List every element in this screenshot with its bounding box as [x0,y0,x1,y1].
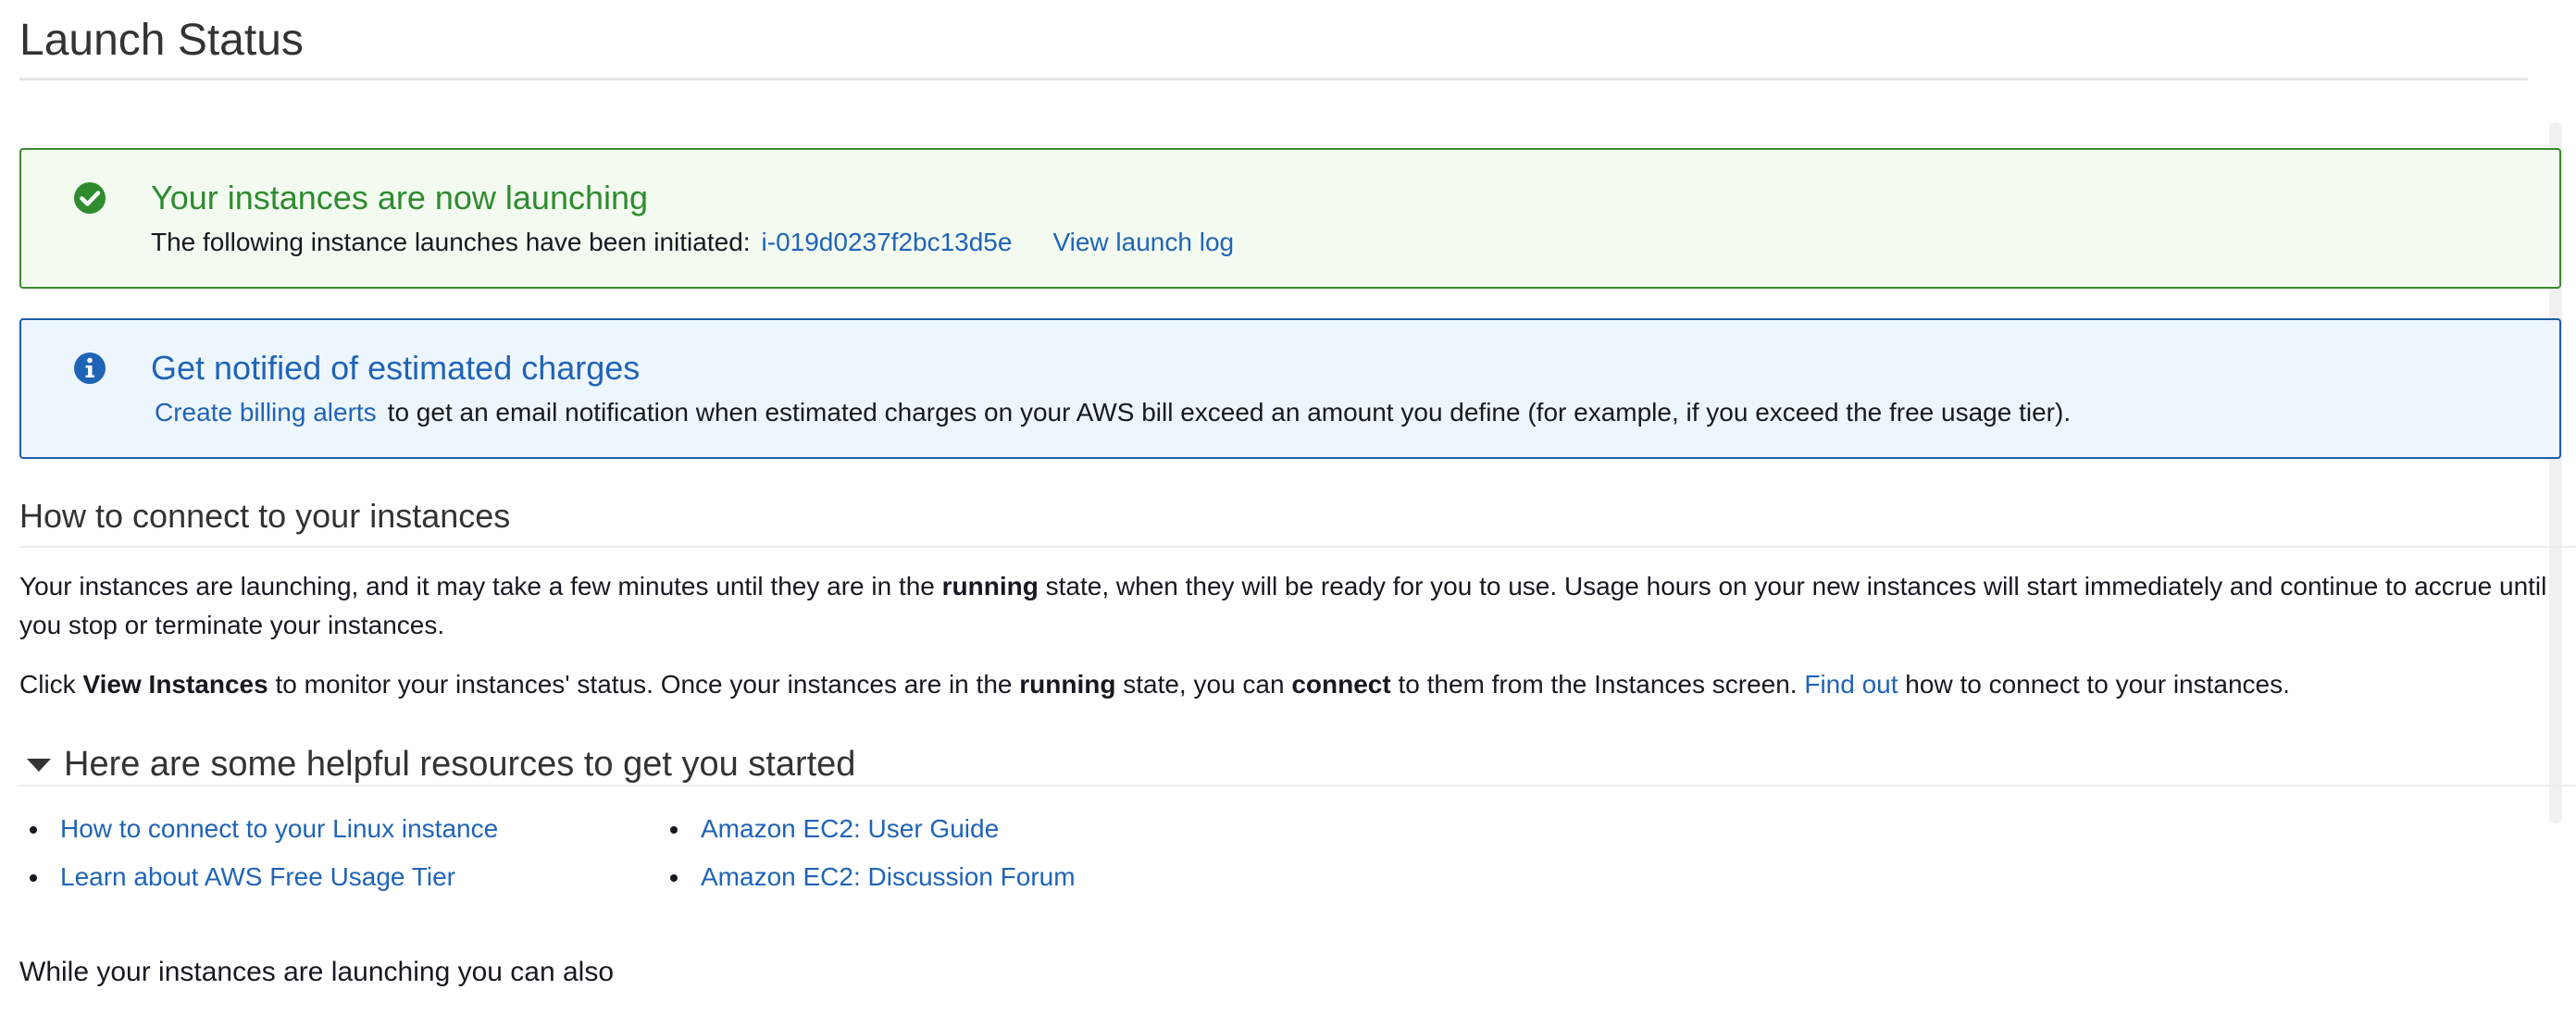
para2-text-4: to them from the Instances screen. [1390,670,1805,699]
resources-list-right: Amazon EC2: User Guide Amazon EC2: Discu… [660,810,1076,907]
check-circle-icon [74,182,106,214]
launch-status-page: Launch Status Your instances are now lau… [0,0,2576,1027]
view-launch-log-link[interactable]: View launch log [1052,228,1234,256]
para2-text-2: to monitor your instances' status. Once … [268,670,1020,699]
resources-divider [19,785,2576,786]
view-instances-paragraph: Click View Instances to monitor your ins… [19,665,2290,704]
list-item: How to connect to your Linux instance [19,810,498,859]
launch-success-alert: Your instances are now launching The fol… [19,148,2561,289]
linux-connect-link[interactable]: How to connect to your Linux instance [60,814,498,843]
para2-bold-connect: connect [1291,670,1391,699]
instance-id-link[interactable]: i-019d0237f2bc13d5e [762,228,1013,256]
para2-text-3: state, you can [1115,670,1292,699]
info-alert-text: to get an email notification when estima… [387,398,2072,427]
while-launching-text: While your instances are launching you c… [19,957,615,987]
para2-bold-running: running [1019,670,1116,699]
info-alert-title: Get notified of estimated charges [151,349,641,387]
free-usage-tier-link[interactable]: Learn about AWS Free Usage Tier [60,862,455,891]
para1-text-1: Your instances are launching, and it may… [19,572,942,600]
page-title: Launch Status [19,16,304,65]
find-out-link[interactable]: Find out [1804,670,1898,699]
resources-heading: Here are some helpful resources to get y… [64,745,856,784]
resources-list-left: How to connect to your Linux instance Le… [19,810,498,907]
billing-info-alert: Get notified of estimated charges Create… [19,318,2561,459]
para2-text-5: how to connect to your instances. [1898,670,2290,699]
connect-section-heading: How to connect to your instances [19,497,511,535]
success-alert-title: Your instances are now launching [151,179,649,217]
list-item: Amazon EC2: Discussion Forum [660,859,1076,907]
title-divider [19,78,2528,80]
para1-bold-running: running [941,572,1039,600]
ec2-user-guide-link[interactable]: Amazon EC2: User Guide [701,814,999,843]
success-alert-body: The following instance launches have bee… [151,226,1234,259]
list-item: Amazon EC2: User Guide [660,810,1076,859]
info-alert-body: Create billing alerts to get an email not… [155,396,2071,429]
create-billing-alerts-link[interactable]: Create billing alerts [155,398,377,427]
para2-text-1: Click [19,670,83,699]
ec2-discussion-forum-link[interactable]: Amazon EC2: Discussion Forum [701,862,1076,891]
success-alert-text: The following instance launches have bee… [151,228,751,256]
info-circle-icon [74,353,106,384]
caret-down-icon [27,759,51,772]
para2-bold-view-instances: View Instances [82,670,268,699]
list-item: Learn about AWS Free Usage Tier [19,859,498,907]
connect-section-divider [19,546,2576,548]
launching-info-paragraph: Your instances are launching, and it may… [19,567,2576,645]
